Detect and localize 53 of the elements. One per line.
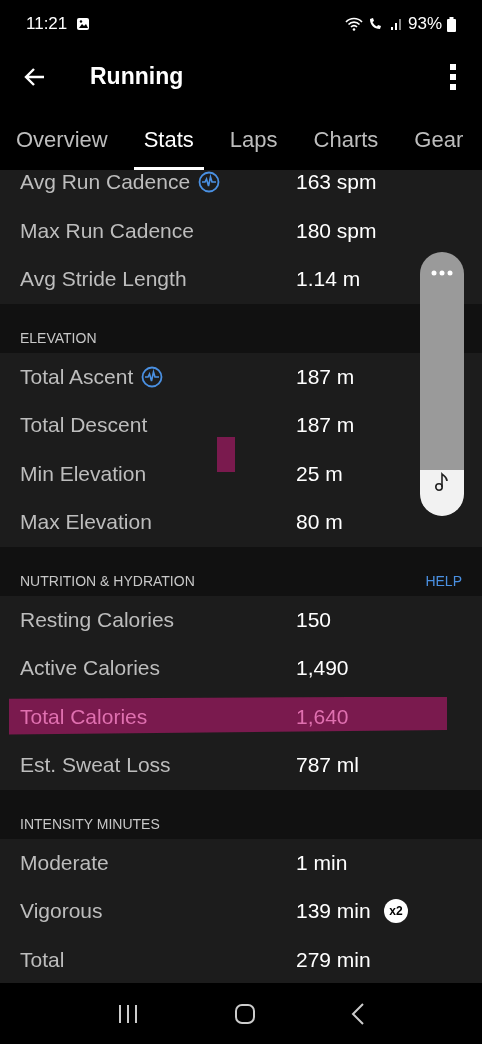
tab[interactable]: Laps — [219, 105, 288, 170]
signal-icon — [388, 17, 403, 31]
stat-label: Active Calories — [20, 656, 161, 681]
stat-label: Total Calories — [20, 704, 148, 729]
help-link[interactable]: HELP — [425, 572, 462, 589]
more-icon[interactable] — [431, 270, 453, 276]
status-time: 11:21 — [26, 14, 68, 34]
stat-label: Moderate — [20, 850, 109, 875]
back-nav-icon[interactable] — [350, 1002, 365, 1025]
more-options-button[interactable] — [448, 62, 458, 91]
stat-label: Avg Stride Length — [20, 267, 187, 292]
stat-value: 1 min — [296, 850, 348, 875]
stat-label: Total — [20, 947, 65, 972]
recent-apps-icon[interactable] — [117, 1003, 140, 1024]
stat-value: 1,490 — [296, 656, 349, 681]
stat-label: Total Ascent — [20, 364, 134, 389]
stat-value: 787 ml — [296, 753, 360, 778]
stat-value: 1.14 m — [296, 267, 361, 292]
call-icon — [367, 17, 384, 31]
battery-percent: 93% — [407, 14, 442, 34]
stat-label: Est. Sweat Loss — [20, 753, 171, 778]
stat-value: 180 spm — [296, 218, 377, 243]
stat-label: Min Elevation — [20, 461, 147, 486]
section-title: ELEVATION — [20, 329, 98, 346]
stat-label: Max Elevation — [20, 510, 152, 535]
image-icon — [76, 17, 91, 31]
battery-icon — [447, 16, 456, 32]
section-title: NUTRITION & HYDRATION — [20, 572, 196, 589]
stat-value: 279 min — [296, 947, 371, 972]
stat-value: 1,640 — [296, 704, 349, 729]
stat-label: Total Descent — [20, 413, 148, 438]
floating-panel[interactable] — [420, 252, 464, 516]
stat-label: Max Run Cadence — [20, 218, 194, 243]
stat-value: 163 spm — [296, 170, 377, 195]
section-title: INTENSITY MINUTES — [20, 815, 161, 832]
stat-label: Resting Calories — [20, 607, 175, 632]
stat-value: 187 m — [296, 413, 355, 438]
stat-value: 187 m — [296, 364, 355, 389]
tab[interactable]: Gear — [404, 105, 474, 170]
multiplier-badge: x2 — [384, 899, 408, 924]
wifi-icon — [344, 17, 363, 31]
stat-label: Vigorous — [20, 899, 103, 924]
stat-value: 150 — [296, 607, 332, 632]
stat-value: 139 min — [296, 899, 371, 924]
tab[interactable]: Charts — [303, 105, 389, 170]
page-title: Running — [90, 63, 185, 90]
stat-value: 80 m — [296, 510, 343, 535]
marker-mark — [217, 437, 235, 472]
stat-value: 25 m — [296, 461, 343, 486]
stat-label: Avg Run Cadence — [20, 170, 191, 195]
home-icon[interactable] — [234, 1002, 256, 1025]
music-note-icon[interactable] — [434, 472, 450, 492]
tab[interactable]: Overview — [6, 105, 118, 170]
